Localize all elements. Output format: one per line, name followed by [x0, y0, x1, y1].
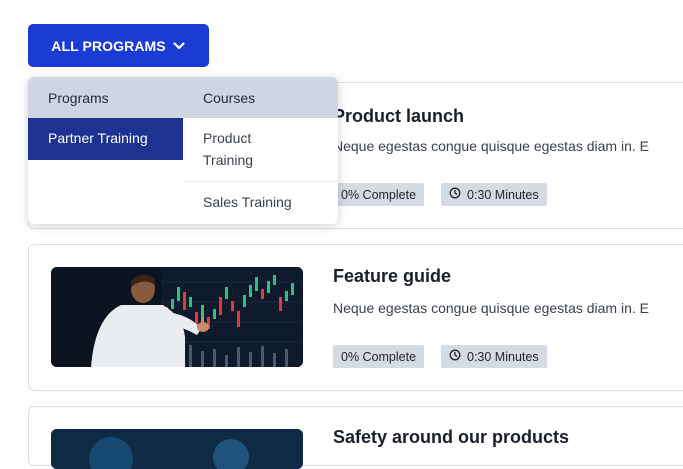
divider [183, 181, 338, 182]
programs-dropdown: Programs Courses Partner Training Produc… [28, 77, 338, 224]
card-title[interactable]: Feature guide [333, 266, 451, 287]
all-programs-button[interactable]: ALL PROGRAMS [28, 24, 209, 67]
programs-column-header: Programs [48, 90, 109, 106]
program-item-partner-training[interactable]: Partner Training [28, 118, 183, 160]
progress-text: 0% Complete [341, 187, 417, 202]
duration-text: 0:30 Minutes [467, 349, 539, 364]
duration-badge: 0:30 Minutes [441, 183, 547, 206]
duration-text: 0:30 Minutes [467, 187, 539, 202]
duration-badge: 0:30 Minutes [441, 345, 547, 368]
course-thumbnail[interactable] [51, 429, 303, 469]
progress-badge: 0% Complete [333, 345, 425, 368]
clock-icon [449, 187, 461, 202]
clock-icon [449, 349, 461, 364]
course-item-product-training[interactable]: Product Training [203, 127, 283, 171]
card-description: Neque egestas congue quisque egestas dia… [333, 138, 649, 154]
courses-column-header: Courses [203, 90, 256, 106]
card-description: Neque egestas congue quisque egestas dia… [333, 300, 649, 316]
chevron-down-icon [172, 39, 186, 53]
card-title[interactable]: Product launch [333, 106, 464, 127]
progress-badge: 0% Complete [333, 183, 425, 206]
course-thumbnail[interactable] [51, 267, 303, 367]
progress-text: 0% Complete [341, 349, 417, 364]
dropdown-header: Programs Courses [28, 77, 338, 118]
course-item-sales-training[interactable]: Sales Training [203, 191, 292, 213]
course-card[interactable]: Feature guide Neque egestas congue quisq… [28, 244, 683, 391]
all-programs-label: ALL PROGRAMS [51, 37, 166, 54]
course-card[interactable]: Safety around our products [28, 406, 683, 469]
